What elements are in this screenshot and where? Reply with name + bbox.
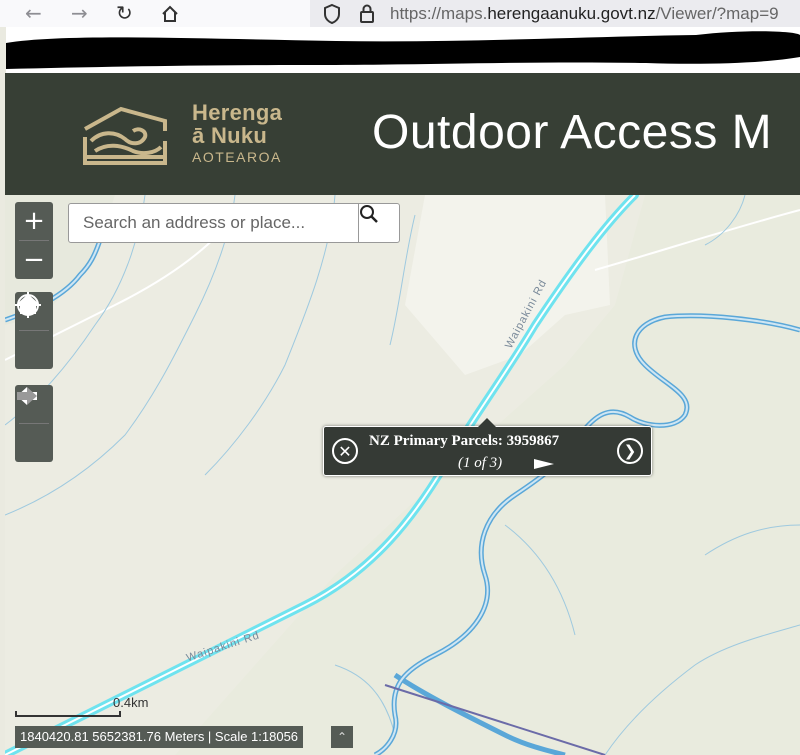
popup-pointer [478, 418, 496, 427]
search-input[interactable] [69, 204, 357, 242]
coordinates-toggle-button[interactable]: ⌃ [331, 726, 353, 748]
right-arrow-icon [17, 387, 37, 405]
shield-icon [324, 3, 340, 25]
popup-count: (1 of 3) [458, 455, 503, 471]
search-icon [360, 205, 378, 223]
extent-history-controls [15, 385, 53, 462]
scale-label: 0.4km [113, 695, 149, 710]
herenga-a-nuku-logo [83, 106, 167, 165]
logo-line-1: Herenga [192, 100, 283, 125]
zoom-controls: + − [15, 202, 53, 279]
close-popup-button[interactable]: ✕ [332, 438, 358, 464]
zoom-out-button[interactable]: − [15, 241, 53, 279]
home-icon[interactable] [161, 2, 179, 27]
chevron-right-icon: ❯ [623, 442, 637, 460]
browser-toolbar: ← → ↻ https://maps.herengaanuku.govt.nz/… [0, 0, 800, 27]
reload-icon[interactable]: ↻ [116, 2, 133, 24]
logo-line-3: AOTEAROA [192, 149, 282, 165]
app-header: Herenga ā Nuku AOTEAROA Outdoor Access M [5, 73, 800, 195]
search-button[interactable] [358, 204, 400, 242]
next-feature-button[interactable]: ❯ [617, 438, 643, 464]
chevron-up-icon: ⌃ [336, 730, 348, 744]
lock-icon [360, 4, 374, 23]
coordinates-readout: 1840420.81 5652381.76 Meters | Scale 1:1… [15, 726, 304, 748]
feature-popup: ✕ NZ Primary Parcels: 3959867 (1 of 3) ❯ [323, 418, 652, 476]
logo-line-2: ā Nuku [192, 123, 268, 148]
forward-arrow-icon[interactable]: → [71, 2, 88, 24]
search-box [68, 203, 400, 243]
locate-button[interactable] [15, 292, 53, 369]
locate-icon [15, 292, 41, 318]
popup-title: NZ Primary Parcels: 3959867 [369, 433, 560, 449]
play-icon[interactable] [534, 459, 554, 469]
home-locate-controls [15, 292, 53, 369]
map-view[interactable]: Waipakini Rd Waipakini Rd + − [5, 195, 800, 755]
scale-bar [15, 711, 121, 717]
close-icon: ✕ [338, 441, 352, 461]
page-title: Outdoor Access M [372, 106, 773, 159]
zoom-in-button[interactable]: + [15, 202, 53, 240]
url-text: https://maps.herengaanuku.govt.nz/Viewer… [390, 4, 779, 23]
redaction-bar [6, 27, 800, 73]
next-extent-button[interactable] [15, 387, 53, 462]
back-arrow-icon[interactable]: ← [25, 2, 42, 24]
logo-text: Herenga ā Nuku AOTEAROA [192, 101, 282, 166]
